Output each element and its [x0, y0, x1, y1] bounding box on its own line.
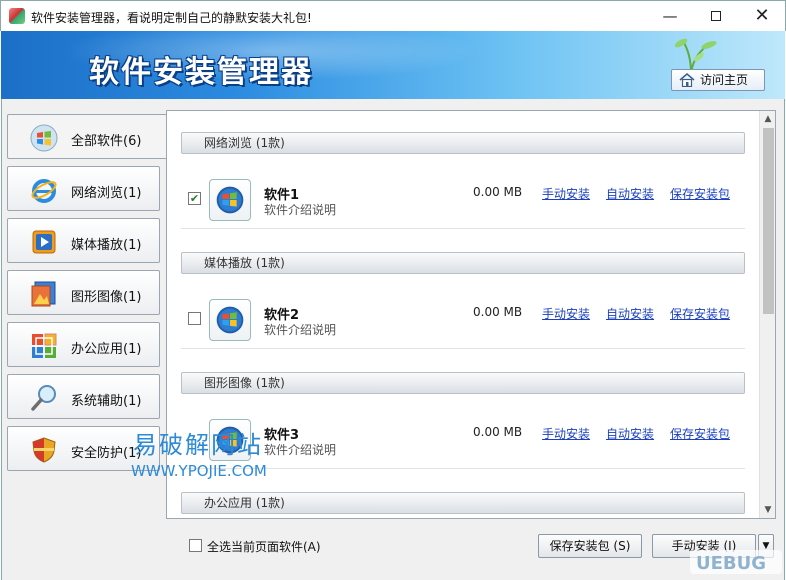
scroll-thumb[interactable]: [763, 128, 774, 314]
watermark-cn: 易破解网站: [133, 431, 263, 459]
software-size: 0.00 MB: [473, 425, 523, 439]
banner: 软件安装管理器 访问主页: [1, 31, 785, 99]
category-header: 图形图像 (1款): [181, 372, 745, 394]
sidebar-item-label: 系统辅助(1): [71, 394, 142, 409]
sidebar-item-label: 图形图像(1): [71, 290, 142, 305]
list-item: ✔ 软件1 软件介绍说明 0.00 MB 手动安装 自动安装 保存安装包: [181, 171, 745, 229]
banner-title: 软件安装管理器: [89, 55, 313, 90]
auto-install-link[interactable]: 自动安装: [606, 305, 654, 322]
save-package-link[interactable]: 保存安装包: [670, 185, 730, 202]
shield-icon: [32, 437, 56, 463]
save-package-button[interactable]: 保存安装包 (S): [538, 534, 642, 558]
home-icon: [679, 73, 695, 87]
office-icon: [32, 333, 57, 358]
sidebar-item-label: 网络浏览(1): [71, 186, 142, 201]
software-size: 0.00 MB: [473, 185, 523, 199]
auto-install-link[interactable]: 自动安装: [606, 425, 654, 442]
sidebar-item-all[interactable]: 全部软件(6): [7, 114, 167, 159]
sidebar-item-browser[interactable]: 网络浏览(1): [7, 166, 160, 211]
window-title: 软件安装管理器，看说明定制自己的静默安装大礼包!: [31, 11, 312, 25]
ie-icon: [31, 179, 57, 203]
minimize-button[interactable]: —: [647, 1, 693, 32]
software-icon: [209, 179, 251, 221]
image-icon: [31, 281, 56, 307]
software-icon: [209, 299, 251, 341]
sidebar-item-system[interactable]: 系统辅助(1): [7, 374, 160, 419]
maximize-icon: [711, 11, 721, 21]
category-header: 媒体播放 (1款): [181, 252, 745, 274]
category-header: 办公应用 (1款): [181, 492, 745, 514]
software-desc: 软件介绍说明: [264, 323, 337, 337]
scroll-down-icon[interactable]: ▼: [760, 502, 775, 518]
svg-text:UEBUG: UEBUG: [696, 553, 766, 574]
windows-orb-icon: [30, 124, 58, 152]
manual-install-link[interactable]: 手动安装: [542, 305, 590, 322]
sidebar-item-office[interactable]: 办公应用(1): [7, 322, 160, 367]
close-button[interactable]: ✕: [739, 1, 785, 32]
visit-homepage-label: 访问主页: [700, 73, 749, 87]
maximize-button[interactable]: [693, 1, 739, 32]
list-item: 软件3 软件介绍说明 0.00 MB 手动安装 自动安装 保存安装包: [181, 411, 745, 469]
manual-install-link[interactable]: 手动安装: [542, 185, 590, 202]
auto-install-link[interactable]: 自动安装: [606, 185, 654, 202]
software-size: 0.00 MB: [473, 305, 523, 319]
manual-install-link[interactable]: 手动安装: [542, 425, 590, 442]
sidebar-item-label: 媒体播放(1): [71, 238, 142, 253]
watermark-en: WWW.YPOJIE.COM: [131, 462, 267, 480]
software-checkbox[interactable]: ✔: [188, 192, 201, 205]
select-all-checkbox[interactable]: [189, 539, 202, 552]
scroll-up-icon[interactable]: ▲: [760, 111, 775, 127]
sidebar-item-label: 安全防护(1): [71, 446, 142, 461]
save-package-link[interactable]: 保存安装包: [670, 305, 730, 322]
sidebar-item-label: 全部软件(6): [71, 134, 142, 149]
visit-homepage-button[interactable]: 访问主页: [671, 69, 765, 91]
app-icon: [9, 8, 25, 24]
save-package-link[interactable]: 保存安装包: [670, 425, 730, 442]
media-player-icon: [32, 230, 56, 254]
watermark-logo: UEBUG: [690, 550, 782, 574]
category-header: 网络浏览 (1款): [181, 132, 745, 154]
vertical-scrollbar[interactable]: ▲ ▼: [759, 111, 775, 518]
list-item: 软件2 软件介绍说明 0.00 MB 手动安装 自动安装 保存安装包: [181, 291, 745, 349]
title-bar: 软件安装管理器，看说明定制自己的静默安装大礼包! — ✕: [0, 0, 786, 31]
software-desc: 软件介绍说明: [264, 443, 337, 457]
plant-icon: [674, 38, 717, 73]
select-all-label[interactable]: 全选当前页面软件(A): [207, 538, 321, 555]
software-checkbox[interactable]: [188, 312, 201, 325]
magnifier-icon: [31, 385, 56, 411]
software-desc: 软件介绍说明: [264, 203, 337, 217]
sidebar-item-label: 办公应用(1): [71, 342, 142, 357]
sidebar-item-graphics[interactable]: 图形图像(1): [7, 270, 160, 315]
sidebar-item-media[interactable]: 媒体播放(1): [7, 218, 160, 263]
